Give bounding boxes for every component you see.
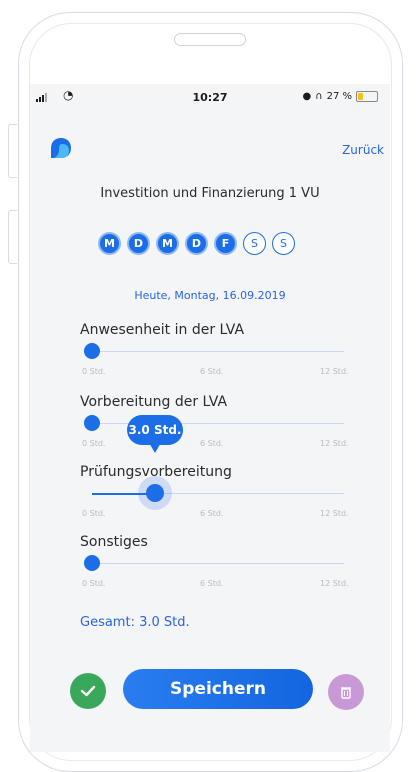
headphones-icon: ∩ bbox=[315, 91, 323, 102]
value-tooltip: 3.0 Std. bbox=[127, 415, 183, 445]
battery-fill bbox=[358, 93, 363, 100]
slider-handle-2[interactable] bbox=[138, 476, 172, 510]
scale-label-min: 0 Std. bbox=[82, 367, 106, 376]
slider-label-1: Vorbereitung der LVA bbox=[80, 394, 228, 410]
alarm-icon: ● bbox=[302, 91, 312, 102]
slider-handle-dot bbox=[146, 484, 164, 502]
scale-label-mid: 6 Std. bbox=[200, 367, 224, 376]
weekday-5[interactable]: S bbox=[243, 232, 266, 255]
confirm-button[interactable] bbox=[70, 673, 106, 709]
weekday-6[interactable]: S bbox=[272, 232, 295, 255]
scale-label-min: 0 Std. bbox=[82, 579, 106, 588]
phone-speaker bbox=[174, 33, 246, 46]
slider-handle-1[interactable] bbox=[84, 415, 100, 431]
total-hours: Gesamt: 3.0 Std. bbox=[80, 615, 190, 630]
slider-handle-3[interactable] bbox=[84, 555, 100, 571]
back-link[interactable]: Zurück bbox=[342, 143, 384, 157]
scale-label-max: 12 Std. bbox=[320, 367, 349, 376]
check-icon bbox=[80, 685, 96, 697]
battery-icon bbox=[356, 91, 378, 102]
scale-label-mid: 6 Std. bbox=[200, 579, 224, 588]
save-button[interactable]: Speichern bbox=[123, 669, 313, 709]
volume-up-button bbox=[8, 124, 17, 178]
scale-label-mid: 6 Std. bbox=[200, 509, 224, 518]
slider-track-3[interactable] bbox=[92, 563, 344, 564]
scale-label-max: 12 Std. bbox=[320, 579, 349, 588]
app-screen: ◔ 10:27 ● ∩ 27 % Zurück Investition und … bbox=[30, 84, 390, 752]
slider-track-2[interactable] bbox=[92, 492, 344, 495]
volume-down-button bbox=[8, 210, 17, 264]
delete-button[interactable] bbox=[328, 674, 364, 710]
slider-label-0: Anwesenheit in der LVA bbox=[80, 322, 245, 338]
slider-label-3: Sonstiges bbox=[80, 534, 148, 550]
weekday-0[interactable]: M bbox=[98, 232, 121, 255]
slider-handle-0[interactable] bbox=[84, 343, 100, 359]
scale-label-min: 0 Std. bbox=[82, 439, 106, 448]
app-logo-icon bbox=[51, 138, 71, 158]
scale-label-max: 12 Std. bbox=[320, 439, 349, 448]
battery-percent: 27 % bbox=[326, 91, 352, 102]
scale-label-min: 0 Std. bbox=[82, 509, 106, 518]
course-title: Investition und Finanzierung 1 VU bbox=[100, 186, 320, 201]
current-date: Heute, Montag, 16.09.2019 bbox=[134, 289, 286, 302]
weekday-4[interactable]: F bbox=[214, 232, 237, 255]
scale-label-mid: 6 Std. bbox=[200, 439, 224, 448]
status-bar: ◔ 10:27 ● ∩ 27 % bbox=[30, 84, 390, 110]
weekday-2[interactable]: M bbox=[156, 232, 179, 255]
trash-icon bbox=[341, 687, 351, 699]
scale-label-max: 12 Std. bbox=[320, 509, 349, 518]
weekday-3[interactable]: D bbox=[185, 232, 208, 255]
weekday-selector: MDMDFSS bbox=[98, 232, 295, 255]
slider-track-0[interactable] bbox=[92, 351, 344, 352]
weekday-1[interactable]: D bbox=[127, 232, 150, 255]
